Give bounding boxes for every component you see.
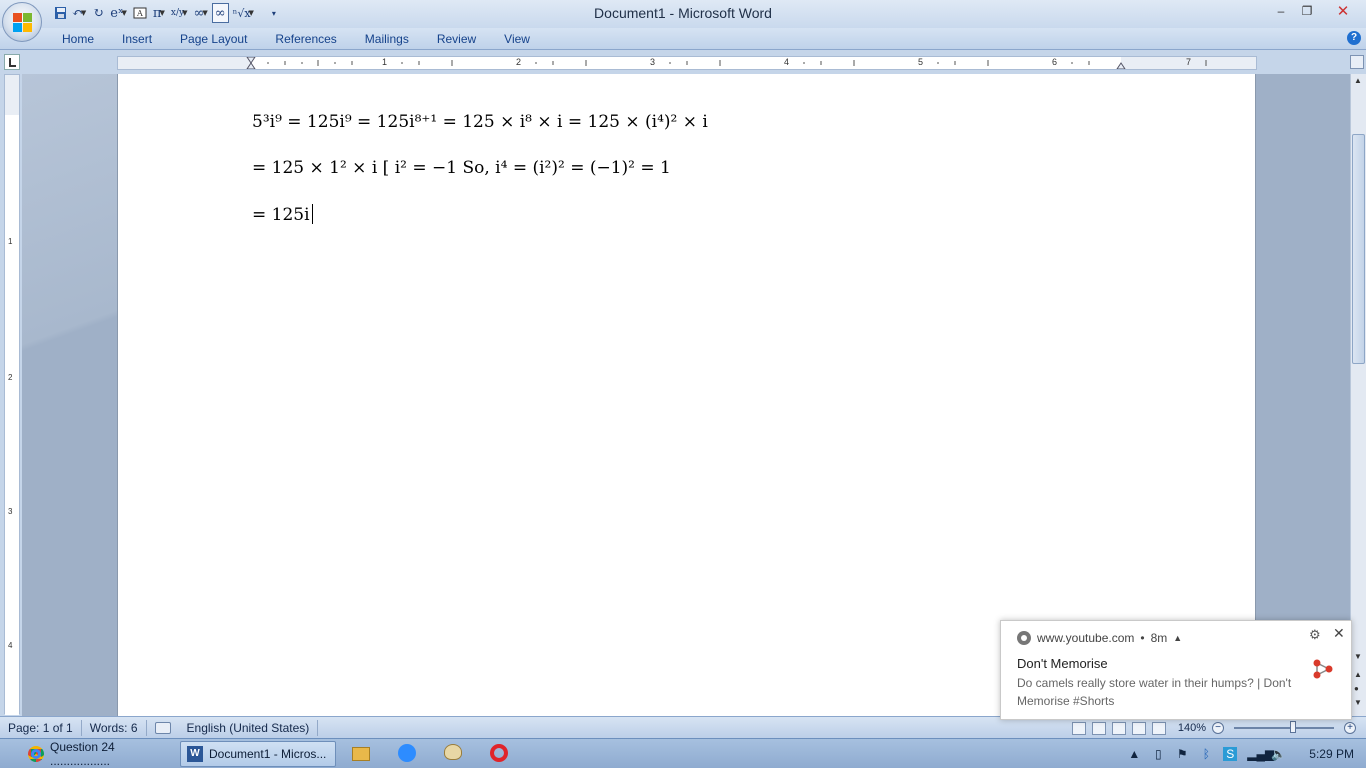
ribbon-tabs-bar: Home Insert Page Layout References Maili…	[0, 28, 1366, 50]
scroll-thumb[interactable]	[1352, 134, 1365, 364]
outline-view-button[interactable]	[1131, 721, 1146, 735]
zoom-controls: 140% − +	[1071, 720, 1356, 736]
proofing-icon[interactable]	[154, 721, 171, 734]
volume-icon[interactable]: 🔈	[1271, 747, 1286, 761]
vertical-ruler[interactable]: 1 2 3 4	[4, 74, 20, 715]
title-bar: ↶ ▼ ↻ eˣ ▼ A π ▼ x/y ▼ ∞ ▼ ∞ ⁿ√x ▼ ▾ Document1…	[0, 0, 1366, 28]
flag-icon[interactable]: ⚑	[1175, 747, 1189, 761]
paint-icon[interactable]	[444, 744, 464, 764]
zoom-in-icon[interactable]: +	[1344, 722, 1356, 734]
taskbar-chrome-button[interactable]: Question 24 ..................	[22, 740, 172, 768]
print-layout-view-button[interactable]	[1071, 721, 1086, 735]
equation-line-1[interactable]: 5³i⁹ = 125i⁹ = 125i⁸⁺¹ = 125 × i⁸ × i = …	[252, 112, 708, 132]
opera-icon[interactable]	[490, 744, 510, 764]
show-hidden-icons-icon[interactable]: ▲	[1127, 747, 1141, 761]
vruler-label: 1	[8, 237, 13, 246]
office-button[interactable]	[2, 2, 42, 42]
previous-page-icon[interactable]: ▲	[1354, 670, 1362, 679]
restore-button[interactable]: ❐	[1294, 0, 1320, 22]
tab-review[interactable]: Review	[423, 28, 490, 50]
word-count[interactable]: Words: 6	[82, 719, 147, 736]
tab-page-layout[interactable]: Page Layout	[166, 28, 261, 50]
text-cursor	[311, 204, 313, 224]
signal-icon[interactable]: ▂▄▆	[1247, 747, 1274, 761]
notification-title: Don't Memorise	[1017, 656, 1108, 671]
tab-home[interactable]: Home	[48, 28, 108, 50]
scroll-up-icon[interactable]: ▲	[1354, 76, 1362, 85]
taskbar: Question 24 .................. W Documen…	[0, 738, 1366, 768]
vruler-label: 2	[8, 373, 13, 382]
notification-header: www.youtube.com • 8m ▲	[1017, 631, 1182, 645]
vertical-scrollbar[interactable]: ▲ ▼ ▲ ● ▼	[1350, 74, 1366, 716]
notification-age: 8m	[1150, 631, 1168, 645]
zoom-slider-knob[interactable]	[1290, 721, 1297, 733]
vruler-label: 3	[8, 507, 13, 516]
equation-line-2[interactable]: = 125 × 1² × i [ i² = −1 So, i⁴ = (i²)² …	[252, 158, 671, 178]
window-title: Document1 - Microsoft Word	[594, 5, 772, 21]
horizontal-ruler[interactable]: 1 2 3 4 5 6 7	[117, 56, 1257, 70]
vruler-label: 4	[8, 641, 13, 650]
ruler-label: 6	[1052, 57, 1058, 67]
tab-references[interactable]: References	[261, 28, 350, 50]
share-icon	[1313, 659, 1333, 679]
tab-mailings[interactable]: Mailings	[351, 28, 423, 50]
ruler-label: 4	[784, 57, 790, 67]
ruler-row: 1 2 3 4 5 6 7	[0, 52, 1366, 72]
view-ruler-icon[interactable]	[1350, 55, 1364, 69]
notification-body: Do camels really store water in their hu…	[1017, 676, 1292, 708]
equation-line-3-text: = 125i	[252, 205, 310, 225]
bluetooth-icon[interactable]: ᛒ	[1199, 747, 1213, 761]
system-tray: ▲ ▯ ⚑ ᛒ S ▂▄▆ 🔈 5:29 PM	[1127, 739, 1366, 768]
window-controls: – ❐ ✕	[1268, 0, 1366, 22]
language-indicator[interactable]: English (United States)	[179, 719, 319, 736]
ribbon-tabs: Home Insert Page Layout References Maili…	[48, 28, 544, 50]
tab-selector-button[interactable]	[4, 54, 20, 70]
chevron-up-icon[interactable]: ▲	[1173, 633, 1182, 643]
tab-view[interactable]: View	[490, 28, 544, 50]
web-layout-button[interactable]	[1111, 721, 1126, 735]
clock[interactable]: 5:29 PM	[1309, 747, 1354, 761]
ruler-label: 1	[382, 57, 388, 67]
chrome-icon	[28, 746, 44, 762]
browse-object-icon[interactable]: ●	[1354, 684, 1359, 693]
notification-toast[interactable]: www.youtube.com • 8m ▲ ⚙ ✕ Don't Memoris…	[1000, 620, 1352, 720]
zoom-app-icon[interactable]	[398, 744, 418, 764]
ruler-label: 2	[516, 57, 522, 67]
network-app-icon[interactable]: S	[1223, 747, 1238, 761]
page-count[interactable]: Page: 1 of 1	[0, 719, 82, 736]
equation-line-3[interactable]: = 125i	[252, 204, 313, 225]
ruler-label: 7	[1186, 57, 1192, 67]
minimize-button[interactable]: –	[1268, 0, 1294, 22]
ruler-label: 5	[918, 57, 924, 67]
next-page-icon[interactable]: ▼	[1354, 698, 1362, 707]
close-icon[interactable]: ✕	[1333, 625, 1345, 642]
taskbar-word-button[interactable]: W Document1 - Micros...	[180, 741, 336, 767]
close-button[interactable]: ✕	[1320, 0, 1366, 22]
office-logo-icon	[13, 13, 33, 33]
chrome-icon	[1017, 631, 1031, 645]
taskbar-word-label: Document1 - Micros...	[209, 747, 327, 761]
device-icon[interactable]: ▯	[1151, 747, 1165, 761]
file-explorer-icon[interactable]	[352, 744, 372, 764]
word-icon: W	[187, 746, 203, 762]
full-screen-reading-button[interactable]	[1091, 721, 1106, 735]
taskbar-chrome-label: Question 24 ..................	[50, 740, 115, 768]
zoom-out-icon[interactable]: −	[1212, 722, 1224, 734]
draft-view-button[interactable]	[1151, 721, 1166, 735]
tab-insert[interactable]: Insert	[108, 28, 166, 50]
notification-source: www.youtube.com	[1037, 631, 1135, 645]
zoom-level[interactable]: 140%	[1178, 722, 1206, 734]
zoom-slider[interactable]	[1234, 721, 1334, 733]
notification-separator: •	[1140, 631, 1145, 645]
scroll-down-icon[interactable]: ▼	[1354, 652, 1362, 661]
gear-icon[interactable]: ⚙	[1309, 627, 1321, 643]
ruler-label: 3	[650, 57, 656, 67]
help-icon[interactable]: ?	[1347, 31, 1361, 45]
ruler-ticks	[246, 57, 1207, 69]
